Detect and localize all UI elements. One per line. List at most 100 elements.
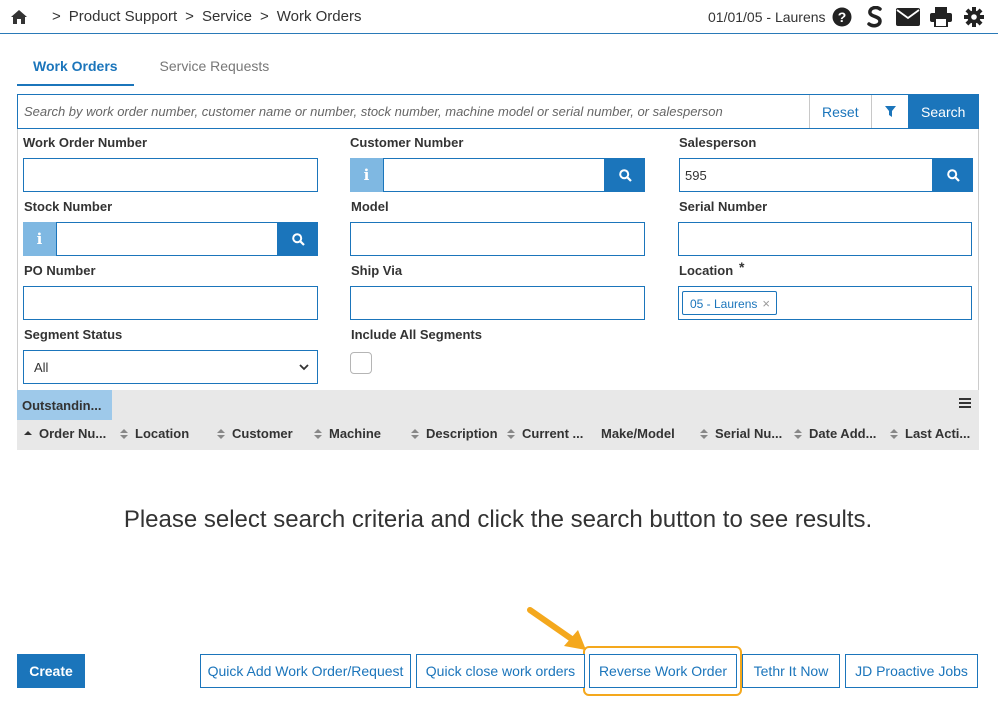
menu-icon[interactable] (958, 396, 972, 410)
sort-icon (794, 428, 802, 439)
remove-tag-icon[interactable]: × (762, 296, 770, 311)
tab-work-orders[interactable]: Work Orders (17, 50, 134, 86)
breadcrumb-product-support[interactable]: Product Support (69, 8, 177, 25)
session-info[interactable]: 01/01/05 - Laurens (708, 9, 826, 25)
breadcrumb-separator: > (52, 8, 61, 25)
required-marker: * (739, 259, 745, 275)
sort-icon (120, 428, 128, 439)
reset-button[interactable]: Reset (810, 95, 872, 128)
column-machine[interactable]: Machine (312, 426, 381, 441)
results-grid-header: Outstandin... Order Nu... Location Custo… (17, 390, 979, 450)
quick-add-work-order-button[interactable]: Quick Add Work Order/Request (200, 654, 411, 688)
stock-lookup-button[interactable] (278, 222, 318, 256)
segment-status-select[interactable]: All (23, 350, 318, 384)
segment-status-value: All (34, 360, 49, 375)
salesperson-lookup-button[interactable] (933, 158, 973, 192)
jd-proactive-jobs-button[interactable]: JD Proactive Jobs (845, 654, 978, 688)
column-label: Description (426, 426, 498, 441)
breadcrumb-service[interactable]: Service (202, 8, 252, 25)
customer-number-label: Customer Number (350, 135, 464, 150)
column-label: Current ... (522, 426, 584, 441)
column-customer[interactable]: Customer (215, 426, 293, 441)
print-icon[interactable] (929, 5, 953, 29)
sort-icon (890, 428, 898, 439)
tab-bar: Work Orders Service Requests (17, 50, 285, 86)
create-button[interactable]: Create (17, 654, 85, 688)
breadcrumb: > Product Support > Service > Work Order… (48, 8, 365, 25)
serial-number-input[interactable] (678, 222, 972, 256)
column-label: Last Acti... (905, 426, 971, 441)
grid-columns: Order Nu... Location Customer Machine De… (17, 426, 979, 446)
grid-tab-outstanding[interactable]: Outstandin... (17, 390, 112, 420)
reverse-work-order-button[interactable]: Reverse Work Order (589, 654, 737, 688)
customer-lookup-button[interactable] (605, 158, 645, 192)
salesperson-label: Salesperson (679, 135, 757, 150)
column-make-model[interactable]: Make/Model (601, 426, 675, 441)
search-bar: Reset Search (17, 94, 979, 129)
column-label: Make/Model (601, 426, 675, 441)
column-label: Serial Nu... (715, 426, 783, 441)
column-serial-number[interactable]: Serial Nu... (698, 426, 782, 441)
header-icons: ? (830, 5, 986, 29)
stock-number-input[interactable] (56, 222, 278, 256)
column-label: Order Nu... (39, 426, 107, 441)
location-input[interactable]: 05 - Laurens × (678, 286, 972, 320)
work-order-number-input[interactable] (23, 158, 318, 192)
column-last-action[interactable]: Last Acti... (888, 426, 970, 441)
column-location[interactable]: Location (118, 426, 189, 441)
salesperson-input[interactable]: 595 (679, 158, 933, 192)
tab-service-requests[interactable]: Service Requests (144, 50, 286, 86)
mail-icon[interactable] (896, 5, 920, 29)
stock-info-icon[interactable]: i (23, 222, 56, 256)
quick-close-work-orders-button[interactable]: Quick close work orders (416, 654, 585, 688)
column-order-number[interactable]: Order Nu... (22, 426, 106, 441)
breadcrumb-separator: > (259, 8, 269, 25)
filter-button[interactable] (871, 95, 909, 128)
sort-icon (700, 428, 708, 439)
tethr-it-now-button[interactable]: Tethr It Now (742, 654, 840, 688)
column-date-added[interactable]: Date Add... (792, 426, 876, 441)
empty-results-message: Please select search criteria and click … (123, 506, 873, 533)
home-icon[interactable] (10, 9, 28, 25)
serial-number-label: Serial Number (679, 199, 768, 214)
model-input[interactable] (350, 222, 645, 256)
customer-number-input[interactable] (383, 158, 605, 192)
customer-info-icon[interactable]: i (350, 158, 383, 192)
include-all-segments-checkbox[interactable] (350, 352, 372, 374)
settings-icon[interactable] (962, 5, 986, 29)
sort-icon (507, 428, 515, 439)
search-icon (618, 168, 632, 182)
po-number-label: PO Number (24, 263, 96, 278)
po-number-input[interactable] (23, 286, 318, 320)
breadcrumb-separator: > (185, 8, 194, 25)
column-description[interactable]: Description (409, 426, 498, 441)
segment-status-label: Segment Status (24, 327, 123, 342)
search-icon (946, 168, 960, 182)
ship-via-label: Ship Via (351, 263, 403, 278)
search-input[interactable] (18, 95, 810, 128)
location-tag: 05 - Laurens × (682, 291, 777, 315)
search-icon (291, 232, 305, 246)
ship-via-input[interactable] (350, 286, 645, 320)
s-logo-icon[interactable] (863, 5, 887, 29)
location-label: Location (679, 263, 734, 278)
sort-icon (411, 428, 419, 439)
sort-icon (217, 428, 225, 439)
search-criteria-form: Work Order Number Customer Number i Sale… (17, 129, 979, 390)
filter-icon (884, 106, 896, 117)
top-bar: > Product Support > Service > Work Order… (0, 0, 998, 34)
column-label: Date Add... (809, 426, 877, 441)
model-label: Model (351, 199, 389, 214)
column-current[interactable]: Current ... (505, 426, 583, 441)
column-label: Customer (232, 426, 293, 441)
chevron-down-icon (299, 364, 309, 371)
breadcrumb-work-orders: Work Orders (276, 8, 362, 25)
help-icon[interactable]: ? (830, 5, 854, 29)
column-label: Location (135, 426, 190, 441)
svg-text:?: ? (838, 9, 847, 25)
work-order-number-label: Work Order Number (23, 135, 148, 150)
stock-number-label: Stock Number (24, 199, 113, 214)
column-label: Machine (329, 426, 382, 441)
search-button[interactable]: Search (908, 95, 978, 128)
include-all-segments-label: Include All Segments (351, 327, 482, 342)
